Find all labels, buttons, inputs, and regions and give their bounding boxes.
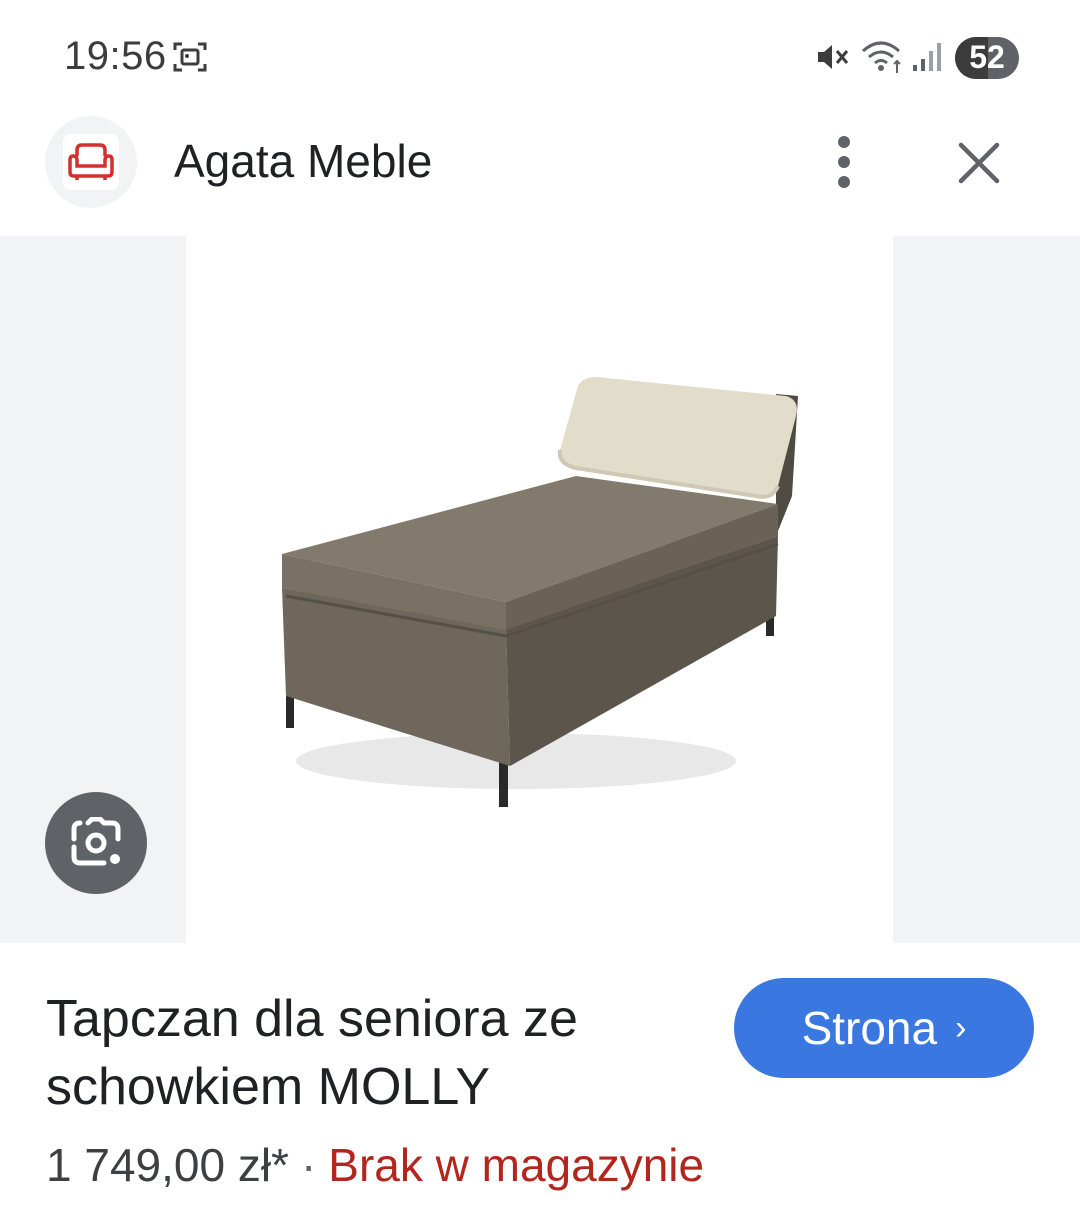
more-options-button[interactable]: [818, 130, 870, 194]
chevron-right-icon: ›: [955, 1008, 967, 1047]
separator: ·: [300, 1139, 317, 1191]
site-logo: [45, 116, 137, 208]
visit-site-button[interactable]: Strona ›: [734, 978, 1034, 1078]
battery-level: 52: [969, 39, 1005, 75]
wifi-icon: [862, 41, 901, 73]
availability-status: Brak w magazynie: [328, 1139, 705, 1191]
visit-button-label: Strona: [801, 1002, 938, 1054]
close-button[interactable]: [952, 136, 1006, 190]
google-lens-icon: [71, 817, 121, 866]
signal-icon: [913, 43, 941, 71]
clock: 19:56: [64, 34, 167, 78]
product-price: 1 749,00 zł*: [46, 1139, 289, 1191]
product-image-area: [0, 236, 1080, 943]
product-title: Tapczan dla seniora ze schowkiem MOLLY: [46, 990, 578, 1116]
status-bar: 19:56 52: [0, 0, 1080, 110]
daybed-illustration: [282, 377, 798, 807]
sheet-header: Agata Meble: [0, 114, 1080, 210]
armchair-logo-icon: [68, 143, 114, 180]
site-name: Agata Meble: [174, 135, 433, 187]
more-vert-icon: [838, 136, 850, 188]
product-image[interactable]: [186, 236, 893, 943]
screenshot-icon: [173, 42, 207, 72]
mute-icon: [818, 45, 849, 69]
battery-indicator: 52: [955, 37, 1019, 79]
google-lens-button[interactable]: [45, 792, 147, 894]
close-icon: [958, 142, 1000, 184]
price-row: 1 749,00 zł* · Brak w magazynie: [46, 1138, 704, 1192]
